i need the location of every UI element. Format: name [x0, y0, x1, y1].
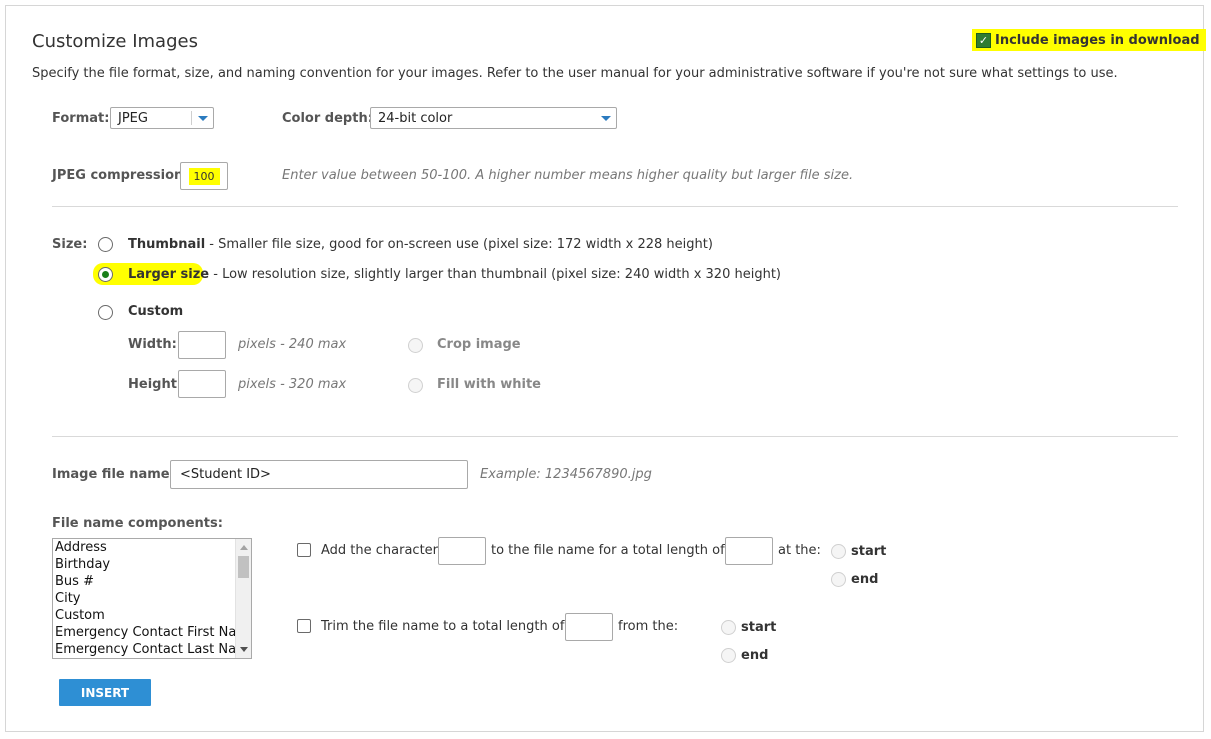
color-depth-label: Color depth: [282, 111, 373, 126]
thumbnail-radio[interactable] [98, 237, 113, 252]
fill-white-label: Fill with white [437, 377, 541, 392]
fill-white-radio[interactable] [408, 378, 423, 393]
total-length-label: to the file name for a total length of [491, 543, 725, 558]
scroll-down-icon[interactable] [240, 647, 248, 652]
compression-hint: Enter value between 50-100. A higher num… [282, 168, 854, 183]
at-the-label: at the: [778, 543, 821, 558]
thumbnail-desc: - Smaller file size, good for on-screen … [205, 237, 713, 252]
image-file-name-label: Image file name: [52, 467, 175, 482]
list-item[interactable]: Emergency Contact Last Nan [53, 641, 251, 658]
add-character-input[interactable] [438, 537, 486, 565]
color-depth-value: 24-bit color [378, 110, 453, 126]
list-item[interactable]: Address [53, 539, 251, 556]
add-start-label: start [851, 544, 887, 559]
chevron-down-icon [193, 108, 213, 128]
compression-label: JPEG compression: [52, 168, 189, 183]
include-images-checkbox[interactable]: ✓ [976, 32, 991, 48]
trim-checkbox[interactable] [297, 619, 311, 633]
insert-button[interactable]: INSERT [59, 679, 151, 706]
custom-radio[interactable] [98, 305, 113, 320]
list-scrollbar[interactable] [235, 539, 251, 658]
larger-size-name: Larger size [128, 267, 210, 282]
trim-label: Trim the file name to a total length of [321, 619, 565, 634]
larger-size-desc: - Low resolution size, slightly larger t… [209, 267, 781, 282]
file-name-example: Example: 1234567890.jpg [480, 467, 652, 482]
trim-end-label: end [741, 648, 769, 663]
crop-image-radio[interactable] [408, 338, 423, 353]
include-images-label: Include images in download [995, 32, 1200, 48]
width-input[interactable] [178, 331, 226, 359]
format-value: JPEG [118, 110, 148, 126]
height-hint: pixels - 320 max [238, 377, 347, 392]
include-images-toggle[interactable]: ✓ Include images in download [972, 29, 1206, 51]
larger-size-option: Larger size - Low resolution size, sligh… [128, 267, 781, 282]
size-label: Size: [52, 237, 88, 252]
thumbnail-option: Thumbnail - Smaller file size, good for … [128, 237, 713, 252]
trim-start-label: start [741, 620, 777, 635]
divider [52, 206, 1178, 207]
compression-value: 100 [188, 167, 220, 185]
list-item[interactable]: Emergency Contact First Nar [53, 624, 251, 641]
crop-image-label: Crop image [437, 337, 521, 352]
add-end-radio[interactable] [831, 572, 846, 587]
page-title: Customize Images [32, 31, 198, 52]
width-hint: pixels - 240 max [238, 337, 347, 352]
list-item[interactable]: Custom [53, 607, 251, 624]
image-file-name-input[interactable]: <Student ID> [170, 460, 468, 489]
width-label: Width: [128, 337, 177, 352]
compression-input[interactable]: 100 [180, 162, 228, 190]
divider [52, 436, 1178, 437]
chevron-down-icon [596, 108, 616, 128]
thumbnail-name: Thumbnail [128, 237, 206, 252]
height-label: Height: [128, 377, 183, 392]
scroll-up-icon[interactable] [240, 545, 248, 550]
list-item[interactable]: City [53, 590, 251, 607]
file-name-components-list[interactable]: Address Birthday Bus # City Custom Emerg… [52, 538, 252, 659]
color-depth-select[interactable]: 24-bit color [370, 107, 617, 129]
add-end-label: end [851, 572, 879, 587]
total-length-input[interactable] [725, 537, 773, 565]
trim-length-input[interactable] [565, 613, 613, 641]
page-description: Specify the file format, size, and namin… [32, 66, 1118, 81]
larger-size-radio[interactable] [98, 267, 113, 282]
format-label: Format: [52, 111, 110, 126]
format-select[interactable]: JPEG [110, 107, 214, 129]
trim-end-radio[interactable] [721, 648, 736, 663]
add-character-label: Add the character [321, 543, 439, 558]
custom-label: Custom [128, 304, 184, 319]
list-item[interactable]: Bus # [53, 573, 251, 590]
from-the-label: from the: [618, 619, 679, 634]
height-input[interactable] [178, 370, 226, 398]
list-item[interactable]: Birthday [53, 556, 251, 573]
add-character-checkbox[interactable] [297, 543, 311, 557]
scroll-thumb[interactable] [238, 556, 249, 578]
trim-start-radio[interactable] [721, 620, 736, 635]
add-start-radio[interactable] [831, 544, 846, 559]
file-name-components-label: File name components: [52, 516, 223, 531]
